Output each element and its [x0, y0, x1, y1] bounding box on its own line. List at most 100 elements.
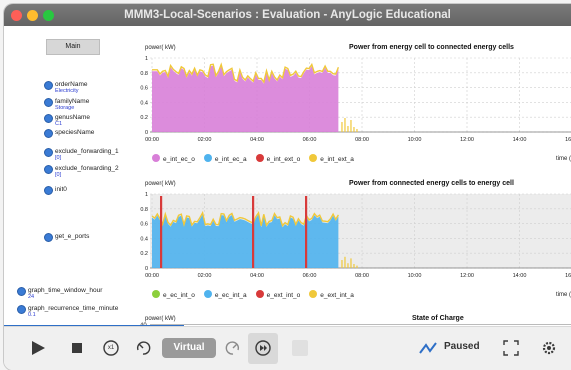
series-tail-bar	[356, 129, 358, 132]
parameter-icon	[44, 98, 53, 107]
chart1-title: Power from energy cell to connected ener…	[349, 44, 514, 51]
main-button[interactable]: Main	[46, 39, 100, 55]
x-tick-label: 16:00	[565, 273, 571, 279]
parameter-name: graph_time_window_hour	[28, 287, 103, 294]
legend-swatch	[152, 290, 160, 298]
y-tick-label: 0	[145, 266, 148, 272]
legend-item: e_int_ext_o	[255, 154, 300, 163]
legend-label: e_ext_int_o	[266, 292, 301, 299]
parameter-icon	[44, 148, 53, 157]
y-tick-label: 0.2	[140, 115, 148, 121]
parameter-name: orderName	[55, 81, 88, 88]
slow-down-button[interactable]	[134, 339, 152, 361]
parameter-icon	[44, 186, 53, 195]
close-window-button[interactable]	[11, 10, 22, 21]
fullscreen-button[interactable]	[502, 339, 520, 361]
legend-item: e_ext_int_o	[255, 290, 301, 299]
virtual-time-button[interactable]: Virtual	[162, 338, 216, 358]
simulation-status: Paused	[444, 341, 480, 352]
slow-down-icon	[136, 341, 151, 355]
parameter-name: speciesName	[55, 129, 95, 136]
stop-button[interactable]	[70, 339, 84, 361]
x-tick-label: 14:00	[513, 137, 527, 143]
parameter-name: graph_recurrence_time_minute	[28, 305, 119, 312]
app-window: MMM3-Local-Scenarios : Evaluation - AnyL…	[4, 4, 571, 370]
x-tick-label: 12:00	[460, 137, 474, 143]
y-tick-label: 0.6	[140, 222, 148, 228]
legend-swatch	[309, 154, 318, 162]
series-spike	[252, 196, 255, 268]
x-tick-label: 12:00	[460, 273, 474, 279]
simulation-toolbar: x1 Virtual Paused	[4, 326, 571, 370]
parameter-icon	[44, 233, 53, 242]
step-icon	[255, 340, 271, 356]
legend-label: e_int_ext_a	[320, 156, 354, 163]
gear-icon	[542, 341, 556, 355]
legend-swatch	[255, 154, 264, 162]
x-tick-label: 10:00	[408, 137, 422, 143]
legend-swatch	[309, 290, 318, 298]
parameter-name: init0	[55, 186, 67, 193]
chart2-ylabel: power( kW)	[145, 181, 176, 187]
y-tick-label: 0.4	[140, 236, 148, 242]
series-tail-bar	[353, 264, 355, 268]
series-area	[152, 214, 339, 268]
x-tick-label: 06:00	[303, 137, 317, 143]
x-tick-label: 02:00	[198, 137, 212, 143]
x-tick-label: 08:00	[355, 137, 369, 143]
parameter-value: 24	[28, 294, 35, 300]
chart2-xlabel: time (	[556, 292, 571, 298]
x-tick-label: 02:00	[198, 273, 212, 279]
legend-item: e_ext_int_a	[309, 290, 354, 299]
y-tick-label: 1	[145, 56, 148, 62]
series-area	[152, 65, 339, 132]
series-spike	[305, 196, 308, 268]
parameter-icon	[44, 129, 53, 138]
legend-item: e_int_ec_o	[152, 154, 195, 163]
parameter-value: C1	[55, 121, 63, 127]
legend-item: e_int_ext_a	[309, 154, 354, 163]
chart1-xlabel: time (	[556, 156, 571, 162]
parameter-name: genusName	[55, 114, 91, 121]
zigzag-run-icon	[419, 342, 437, 354]
x-tick-label: 04:00	[250, 137, 264, 143]
series-tail-bar	[356, 265, 358, 268]
chart3-title: State of Charge	[412, 315, 464, 322]
x-tick-label: 04:00	[250, 273, 264, 279]
chart1-ylabel: power( kW)	[145, 45, 176, 51]
y-tick-label: 0.8	[140, 207, 148, 213]
zoom-window-button[interactable]	[43, 10, 54, 21]
speed-button[interactable]: x1	[102, 339, 120, 361]
legend-label: e_int_ec_a	[214, 156, 247, 163]
speed-up-button[interactable]	[224, 339, 242, 361]
parameter-icon	[17, 305, 26, 314]
disabled-button	[292, 340, 308, 356]
step-button[interactable]	[254, 339, 272, 361]
series-tail-bar	[353, 127, 355, 132]
legend-label: e_ec_int_o	[163, 292, 195, 299]
speed-label: x1	[107, 345, 115, 351]
legend-label: e_int_ec_o	[163, 156, 195, 163]
chart2-title: Power from connected energy cells to ene…	[349, 180, 514, 187]
chart2-legend: e_ec_int_o e_ec_int_a e_ext_int_o e_ext_int…	[152, 290, 363, 299]
run-button[interactable]	[30, 339, 46, 361]
minimize-window-button[interactable]	[27, 10, 38, 21]
y-tick-label: 0.4	[140, 100, 148, 106]
legend-item: e_ec_int_a	[203, 290, 247, 299]
legend-label: e_ec_int_a	[214, 292, 247, 299]
model-canvas: Main orderName Electricity familyName Stora…	[4, 26, 571, 329]
series-tail-bar	[341, 260, 343, 268]
parameter-value: Storage	[55, 105, 75, 111]
run-chart-button[interactable]	[418, 339, 438, 361]
settings-button[interactable]	[540, 339, 558, 361]
legend-label: e_ext_int_a	[320, 292, 354, 299]
series-spike	[160, 196, 163, 268]
parameter-name: exclude_forwarding_2	[55, 165, 119, 172]
x-tick-label: 00:00	[145, 137, 159, 143]
stop-icon	[72, 343, 82, 353]
y-tick-label: 0	[145, 130, 148, 136]
parameter-icon	[44, 81, 53, 90]
y-tick-label: 1	[145, 192, 148, 198]
speed-up-icon	[225, 341, 240, 355]
series-tail-bar	[350, 258, 352, 268]
